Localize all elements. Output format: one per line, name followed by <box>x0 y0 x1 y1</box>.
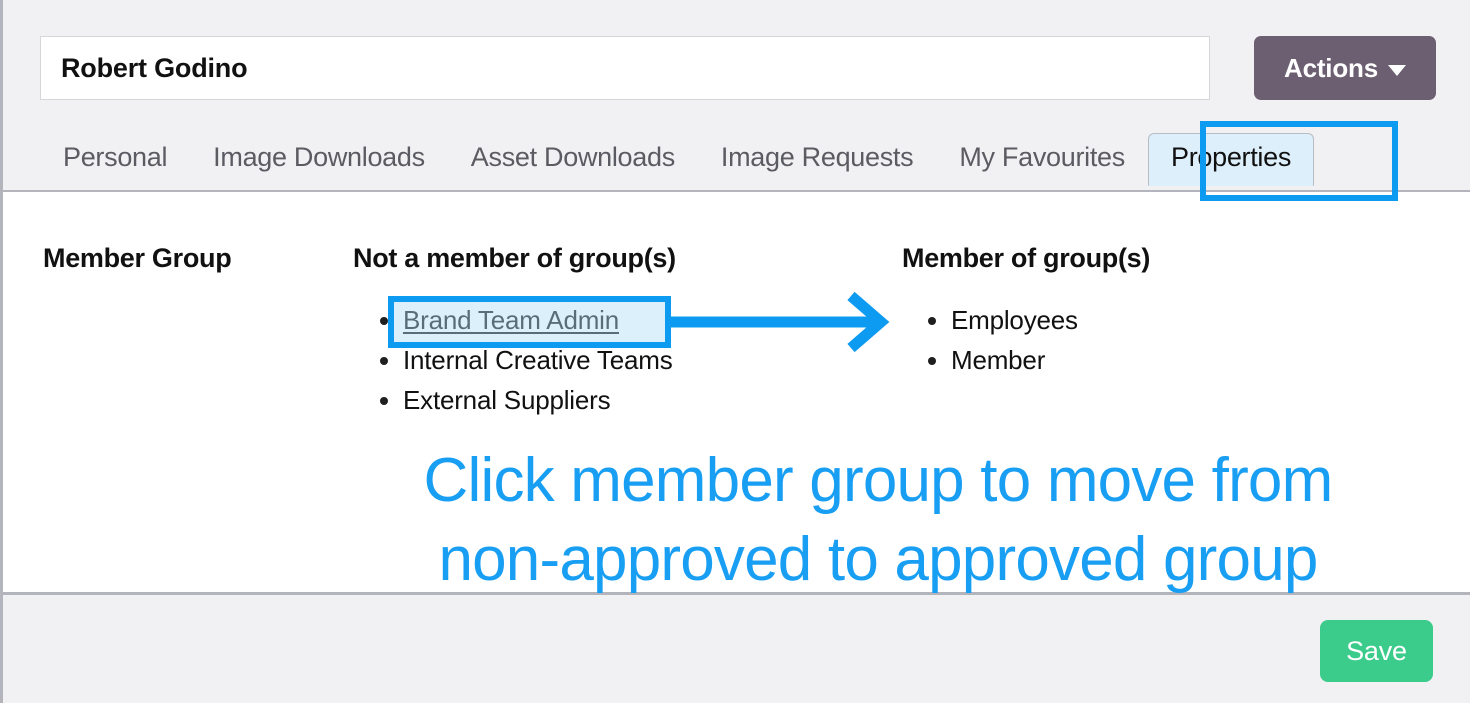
page-root: Robert Godino Actions Personal Image Dow… <box>0 0 1470 703</box>
list-item[interactable]: External Suppliers <box>380 380 673 420</box>
tab-image-downloads[interactable]: Image Downloads <box>190 133 448 186</box>
actions-button[interactable]: Actions <box>1254 36 1436 100</box>
list-item[interactable]: Internal Creative Teams <box>380 340 673 380</box>
list-item[interactable]: Brand Team Admin <box>380 300 673 340</box>
member-of-group-list: Employees Member <box>919 300 1078 380</box>
tab-personal[interactable]: Personal <box>40 133 190 186</box>
group-link-brand-team-admin[interactable]: Brand Team Admin <box>403 305 619 335</box>
member-of-heading: Member of group(s) <box>902 243 1151 273</box>
tab-asset-downloads[interactable]: Asset Downloads <box>448 133 698 186</box>
page-header: Robert Godino Actions Personal Image Dow… <box>3 0 1470 192</box>
tab-image-requests[interactable]: Image Requests <box>698 133 936 186</box>
list-item[interactable]: Employees <box>928 300 1078 340</box>
title-row: Robert Godino Actions <box>40 36 1470 100</box>
chevron-down-icon <box>1387 65 1406 76</box>
record-title-input[interactable]: Robert Godino <box>40 36 1210 100</box>
actions-button-label: Actions <box>1284 52 1378 83</box>
tab-bar: Personal Image Downloads Asset Downloads… <box>40 133 1315 190</box>
tab-my-favourites[interactable]: My Favourites <box>936 133 1148 186</box>
page-footer: Save <box>3 595 1470 703</box>
not-a-member-heading: Not a member of group(s) <box>353 243 676 273</box>
member-group-label: Member Group <box>43 243 232 273</box>
save-button[interactable]: Save <box>1320 620 1433 682</box>
list-item[interactable]: Member <box>928 340 1078 380</box>
not-a-member-group-list: Brand Team Admin Internal Creative Teams… <box>371 300 673 420</box>
tab-properties[interactable]: Properties <box>1147 133 1315 186</box>
